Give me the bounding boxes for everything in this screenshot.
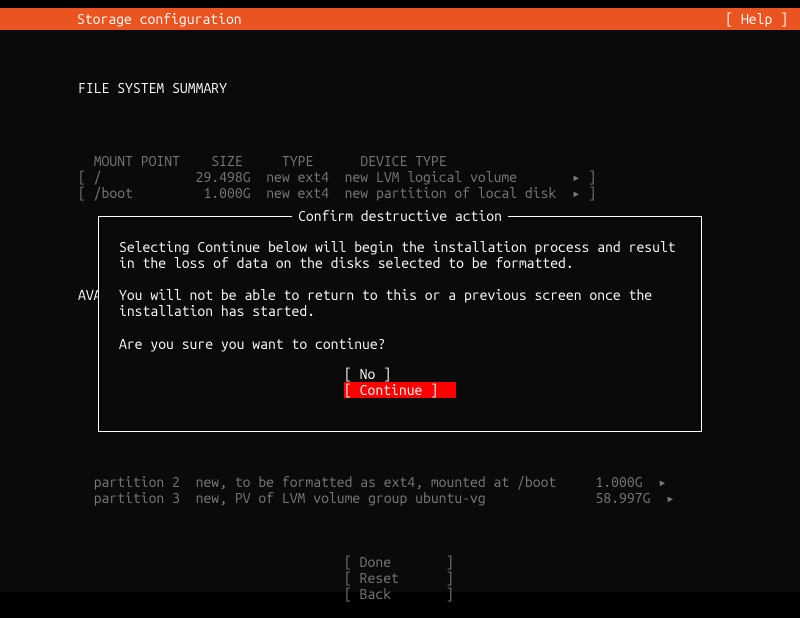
partition-list: partition 2 new, to be formatted as ext4… [78, 458, 722, 522]
confirm-dialog: Confirm destructive action Selecting Con… [98, 216, 702, 432]
dialog-body: Selecting Continue below will begin the … [119, 239, 681, 352]
dialog-title: Confirm destructive action [292, 208, 508, 224]
chevron-right-icon: ▸ [658, 474, 666, 490]
header-bar: Storage configuration [ Help ] [0, 8, 800, 30]
footer-buttons: [ Done ] [ Reset ] [ Back ] [0, 538, 800, 618]
dialog-buttons: [ No ] [ Continue ] [119, 366, 681, 398]
chevron-right-icon: ▸ [666, 490, 674, 506]
chevron-right-icon: ▸ ] [572, 185, 596, 201]
chevron-right-icon: ▸ ] [572, 169, 596, 185]
fs-summary-title: FILE SYSTEM SUMMARY [78, 80, 722, 96]
continue-button[interactable]: [ Continue ] [344, 382, 456, 398]
fs-row[interactable]: [ / 29.498G new ext4 new LVM logical vol… [78, 169, 596, 185]
fs-row[interactable]: [ /boot 1.000G new ext4 new partition of… [78, 185, 596, 201]
reset-button[interactable]: [ Reset ] [344, 570, 456, 586]
no-button[interactable]: [ No ] [344, 366, 456, 382]
fs-summary-table: MOUNT POINT SIZE TYPE DEVICE TYPE [ / 29… [78, 136, 722, 216]
fs-col-mount: MOUNT POINT SIZE TYPE DEVICE TYPE [78, 153, 447, 169]
help-button[interactable]: [ Help ] [725, 8, 788, 30]
done-button[interactable]: [ Done ] [344, 554, 456, 570]
page-title: Storage configuration [12, 8, 242, 30]
partition-row[interactable]: partition 2 new, to be formatted as ext4… [78, 474, 667, 490]
partition-row[interactable]: partition 3 new, PV of LVM volume group … [78, 490, 675, 506]
